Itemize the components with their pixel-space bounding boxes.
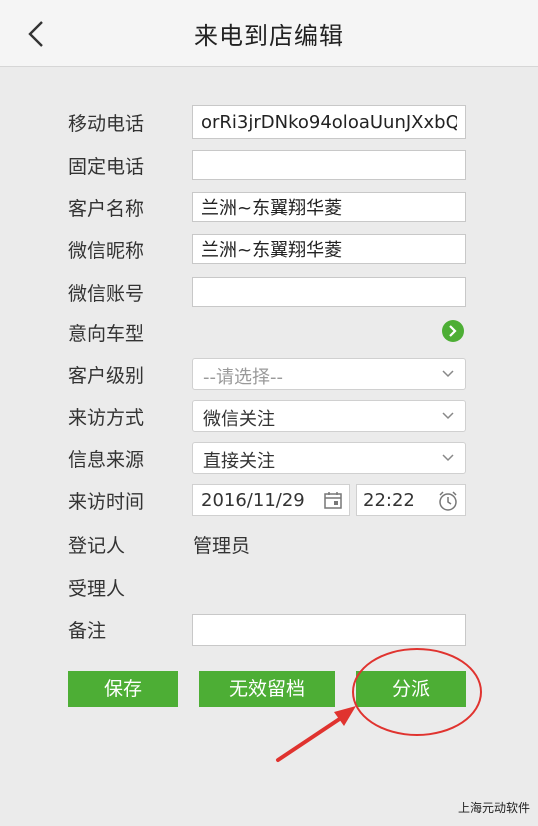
customer-name-label: 客户名称 (68, 198, 145, 220)
chevron-right-circle-icon[interactable] (442, 320, 464, 342)
row-visit-time: 来访时间 2016/11/29 22:22 (0, 483, 538, 517)
chevron-down-icon (442, 370, 454, 378)
mobile-label: 移动电话 (68, 113, 145, 135)
mobile-input[interactable] (192, 105, 466, 139)
remarks-input[interactable] (192, 614, 466, 646)
save-button[interactable]: 保存 (68, 671, 178, 707)
customer-level-select[interactable]: --请选择-- (192, 358, 466, 390)
landline-label: 固定电话 (68, 156, 145, 178)
visit-date-input[interactable]: 2016/11/29 (192, 484, 350, 516)
row-wechat-account: 微信账号 (0, 275, 538, 309)
alarm-clock-icon (439, 491, 457, 511)
annotation-circle (352, 648, 482, 736)
customer-level-label: 客户级别 (68, 365, 145, 387)
visit-time-input[interactable]: 22:22 (356, 484, 466, 516)
row-intended-model: 意向车型 (0, 315, 538, 349)
registrant-value: 管理员 (193, 535, 251, 557)
row-customer-level: 客户级别 --请选择-- (0, 357, 538, 391)
intended-model-label: 意向车型 (68, 323, 145, 345)
chevron-down-icon (442, 412, 454, 420)
handler-label: 受理人 (68, 578, 126, 600)
visit-time-value: 22:22 (363, 490, 415, 511)
row-info-source: 信息来源 直接关注 (0, 441, 538, 475)
chevron-down-icon (442, 454, 454, 462)
row-visit-method: 来访方式 微信关注 (0, 399, 538, 433)
wechat-nickname-input[interactable] (192, 234, 466, 264)
row-remarks: 备注 (0, 612, 538, 646)
calendar-icon (324, 492, 342, 509)
header-bar: 来电到店编辑 (0, 0, 538, 67)
wechat-account-label: 微信账号 (68, 283, 145, 305)
annotation-arrow (276, 706, 356, 762)
visit-method-select[interactable]: 微信关注 (192, 400, 466, 432)
info-source-select[interactable]: 直接关注 (192, 442, 466, 474)
page-title: 来电到店编辑 (194, 22, 344, 50)
row-wechat-nickname: 微信昵称 (0, 232, 538, 266)
info-source-value: 直接关注 (203, 451, 275, 472)
row-landline: 固定电话 (0, 148, 538, 182)
wechat-nickname-label: 微信昵称 (68, 240, 145, 262)
registrant-label: 登记人 (68, 535, 126, 557)
wechat-account-input[interactable] (192, 277, 466, 307)
row-registrant: 登记人 管理员 (0, 527, 538, 561)
customer-name-input[interactable] (192, 192, 466, 222)
row-handler: 受理人 (0, 570, 538, 604)
visit-method-value: 微信关注 (203, 409, 275, 430)
visit-time-label: 来访时间 (68, 491, 145, 513)
landline-input[interactable] (192, 150, 466, 180)
visit-date-value: 2016/11/29 (201, 490, 305, 511)
visit-method-label: 来访方式 (68, 407, 145, 429)
row-customer-name: 客户名称 (0, 190, 538, 224)
remarks-label: 备注 (68, 620, 107, 642)
customer-level-value: --请选择-- (203, 367, 283, 388)
row-mobile: 移动电话 (0, 105, 538, 139)
watermark: 上海元动软件 (457, 801, 530, 815)
info-source-label: 信息来源 (68, 449, 145, 471)
